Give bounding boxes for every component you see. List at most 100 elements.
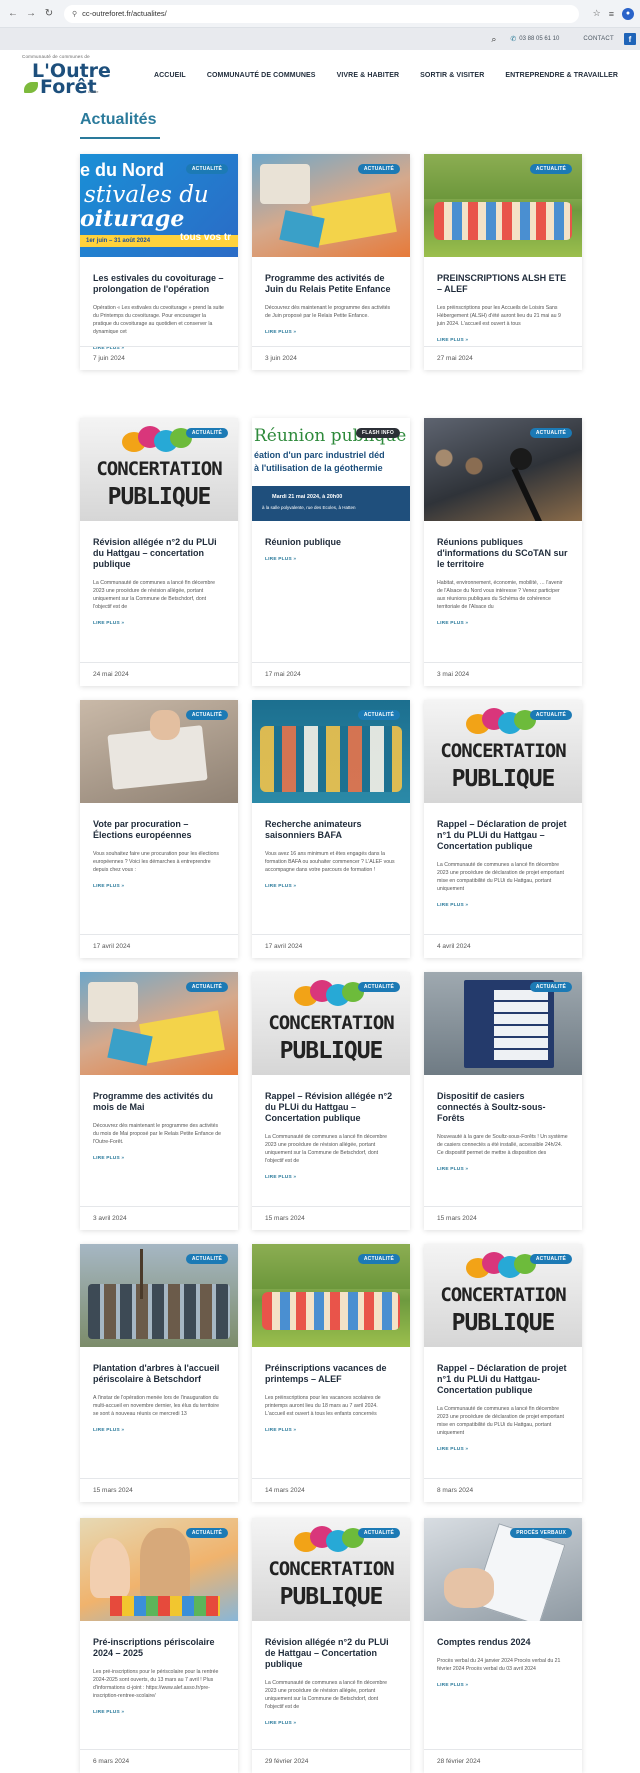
address-bar[interactable]: ⚲ cc-outreforet.fr/actualites/ xyxy=(64,4,579,23)
read-more-link[interactable]: LIRE PLUS » xyxy=(437,1447,569,1452)
nav-vivre-habiter[interactable]: VIVRE & HABITER xyxy=(337,72,400,79)
card-image[interactable]: ACTUALITÉ xyxy=(252,1244,410,1347)
card-image[interactable]: e du Nord stivales du oiturage 1er juin … xyxy=(80,154,238,257)
photo-audience xyxy=(424,438,494,498)
news-card[interactable]: ACTUALITÉ Programme des activités de Jui… xyxy=(252,154,410,370)
news-card[interactable]: PROCÈS VERBAUX Comptes rendus 2024 Procè… xyxy=(424,1518,582,1773)
card-title[interactable]: Pré-inscriptions périscolaire 2024 – 202… xyxy=(93,1637,225,1659)
card-title[interactable]: Comptes rendus 2024 xyxy=(437,1637,569,1648)
card-title[interactable]: Révision allégée n°2 du PLUi de Hattgau … xyxy=(265,1637,397,1670)
card-image[interactable]: CONCERTATION PUBLIQUE ACTUALITÉ xyxy=(80,418,238,521)
card-title[interactable]: Plantation d'arbres à l'accueil périscol… xyxy=(93,1363,225,1385)
read-more-link[interactable]: LIRE PLUS » xyxy=(437,338,569,343)
card-image[interactable]: CONCERTATION PUBLIQUE ACTUALITÉ xyxy=(252,972,410,1075)
card-image[interactable]: ACTUALITÉ xyxy=(80,700,238,803)
news-card[interactable]: CONCERTATION PUBLIQUE ACTUALITÉ Rappel –… xyxy=(252,972,410,1230)
card-image[interactable]: ACTUALITÉ xyxy=(252,700,410,803)
nav-accueil[interactable]: ACCUEIL xyxy=(154,72,186,79)
news-card[interactable]: CONCERTATION PUBLIQUE ACTUALITÉ Révision… xyxy=(80,418,238,686)
card-title[interactable]: Réunions publiques d'informations du SCo… xyxy=(437,537,569,570)
reload-icon[interactable]: ↻ xyxy=(42,7,56,21)
image-text: à la salle polyvalente, rue des Ecoles, … xyxy=(262,505,356,510)
card-image[interactable]: ACTUALITÉ xyxy=(80,1518,238,1621)
news-card[interactable]: e du Nord stivales du oiturage 1er juin … xyxy=(80,154,238,370)
read-more-link[interactable]: LIRE PLUS » xyxy=(265,330,397,335)
read-more-link[interactable]: LIRE PLUS » xyxy=(437,1167,569,1172)
card-title[interactable]: Les estivales du covoiturage – prolongat… xyxy=(93,273,225,295)
nav-entreprendre[interactable]: ENTREPRENDRE & TRAVAILLER xyxy=(505,72,618,79)
news-card[interactable]: ACTUALITÉ Programme des activités du moi… xyxy=(80,972,238,1230)
card-date: 17 mai 2024 xyxy=(252,662,410,686)
category-badge: ACTUALITÉ xyxy=(185,164,228,174)
card-title[interactable]: Rappel – Déclaration de projet n°1 du PL… xyxy=(437,819,569,852)
card-title[interactable]: PREINSCRIPTIONS ALSH ETE – ALEF xyxy=(437,273,569,295)
card-image[interactable]: ACTUALITÉ xyxy=(252,154,410,257)
forward-icon[interactable]: → xyxy=(24,7,38,21)
news-card[interactable]: ACTUALITÉ Plantation d'arbres à l'accuei… xyxy=(80,1244,238,1502)
category-badge: ACTUALITÉ xyxy=(357,1254,400,1264)
news-card[interactable]: ACTUALITÉ Pré-inscriptions périscolaire … xyxy=(80,1518,238,1773)
card-image[interactable]: ACTUALITÉ xyxy=(424,972,582,1075)
card-title[interactable]: Dispositif de casiers connectés à Soultz… xyxy=(437,1091,569,1124)
news-card[interactable]: CONCERTATION PUBLIQUE ACTUALITÉ Révision… xyxy=(252,1518,410,1773)
site-info-icon[interactable]: ⚲ xyxy=(72,10,77,18)
read-more-link[interactable]: LIRE PLUS » xyxy=(93,1710,225,1715)
card-title[interactable]: Rappel – Révision allégée n°2 du PLUi du… xyxy=(265,1091,397,1124)
read-more-link[interactable]: LIRE PLUS » xyxy=(265,1721,397,1726)
profile-icon[interactable]: ● xyxy=(622,7,634,20)
nav-communaute[interactable]: COMMUNAUTÉ DE COMMUNES xyxy=(207,72,316,79)
news-card[interactable]: ACTUALITÉ Recherche animateurs saisonnie… xyxy=(252,700,410,958)
back-icon[interactable]: ← xyxy=(6,7,20,21)
card-title[interactable]: Révision allégée n°2 du PLUi du Hattgau … xyxy=(93,537,225,570)
card-image[interactable]: ACTUALITÉ xyxy=(424,154,582,257)
card-image[interactable]: CONCERTATION PUBLIQUE ACTUALITÉ xyxy=(252,1518,410,1621)
card-image[interactable]: ACTUALITÉ xyxy=(80,1244,238,1347)
card-image[interactable]: ACTUALITÉ xyxy=(80,972,238,1075)
card-title[interactable]: Réunion publique xyxy=(265,537,397,548)
read-more-link[interactable]: LIRE PLUS » xyxy=(93,884,225,889)
card-date: 15 mars 2024 xyxy=(252,1206,410,1230)
news-card[interactable]: ACTUALITÉ Préinscriptions vacances de pr… xyxy=(252,1244,410,1502)
card-title[interactable]: Programme des activités de Juin du Relai… xyxy=(265,273,397,295)
read-more-link[interactable]: LIRE PLUS » xyxy=(265,1428,397,1433)
news-card[interactable]: ACTUALITÉ Dispositif de casiers connecté… xyxy=(424,972,582,1230)
card-image[interactable]: ACTUALITÉ xyxy=(424,418,582,521)
url-text: cc-outreforet.fr/actualites/ xyxy=(82,9,167,18)
card-image[interactable]: CONCERTATION PUBLIQUE ACTUALITÉ xyxy=(424,1244,582,1347)
read-more-link[interactable]: LIRE PLUS » xyxy=(265,557,397,562)
nav-sortir-visiter[interactable]: SORTIR & VISITER xyxy=(420,72,484,79)
card-image[interactable]: PROCÈS VERBAUX xyxy=(424,1518,582,1621)
search-icon[interactable]: ⌕ xyxy=(491,34,496,45)
news-card[interactable]: CONCERTATION PUBLIQUE ACTUALITÉ Rappel –… xyxy=(424,1244,582,1502)
news-card[interactable]: Réunion publique éation d'un parc indust… xyxy=(252,418,410,686)
news-card[interactable]: ACTUALITÉ PREINSCRIPTIONS ALSH ETE – ALE… xyxy=(424,154,582,370)
read-more-link[interactable]: LIRE PLUS » xyxy=(437,903,569,908)
card-excerpt: Les préinscriptions pour les Accueils de… xyxy=(437,305,561,327)
read-more-link[interactable]: LIRE PLUS » xyxy=(93,1428,225,1433)
card-title[interactable]: Recherche animateurs saisonniers BAFA xyxy=(265,819,397,841)
read-more-link[interactable]: LIRE PLUS » xyxy=(265,884,397,889)
news-card[interactable]: ACTUALITÉ Vote par procuration – Électio… xyxy=(80,700,238,958)
contact-link[interactable]: CONTACT xyxy=(583,36,614,42)
card-image[interactable]: Réunion publique éation d'un parc indust… xyxy=(252,418,410,521)
photo-microphone xyxy=(510,448,532,470)
read-more-link[interactable]: LIRE PLUS » xyxy=(437,1683,569,1688)
tab-search-icon[interactable]: ≡ xyxy=(609,9,614,19)
card-title[interactable]: Programme des activités du mois de Mai xyxy=(93,1091,225,1113)
read-more-link[interactable]: LIRE PLUS » xyxy=(93,621,225,626)
star-icon[interactable]: ☆ xyxy=(593,8,601,19)
category-badge: ACTUALITÉ xyxy=(185,710,228,720)
card-title[interactable]: Préinscriptions vacances de printemps – … xyxy=(265,1363,397,1385)
facebook-icon[interactable]: f xyxy=(624,33,636,45)
card-title[interactable]: Vote par procuration – Élections europée… xyxy=(93,819,225,841)
read-more-link[interactable]: LIRE PLUS » xyxy=(93,1156,225,1161)
card-image[interactable]: CONCERTATION PUBLIQUE ACTUALITÉ xyxy=(424,700,582,803)
news-card[interactable]: CONCERTATION PUBLIQUE ACTUALITÉ Rappel –… xyxy=(424,700,582,958)
read-more-link[interactable]: LIRE PLUS » xyxy=(437,621,569,626)
site-logo[interactable]: Communauté de communes de L'Outre Forêt … xyxy=(22,54,111,100)
news-card[interactable]: ACTUALITÉ Réunions publiques d'informati… xyxy=(424,418,582,686)
phone-link[interactable]: ✆ 03 88 05 61 10 xyxy=(510,35,559,43)
image-text: Mardi 21 mai 2024, à 20h00 xyxy=(272,494,343,500)
read-more-link[interactable]: LIRE PLUS » xyxy=(265,1175,397,1180)
card-title[interactable]: Rappel – Déclaration de projet n°1 du PL… xyxy=(437,1363,569,1396)
